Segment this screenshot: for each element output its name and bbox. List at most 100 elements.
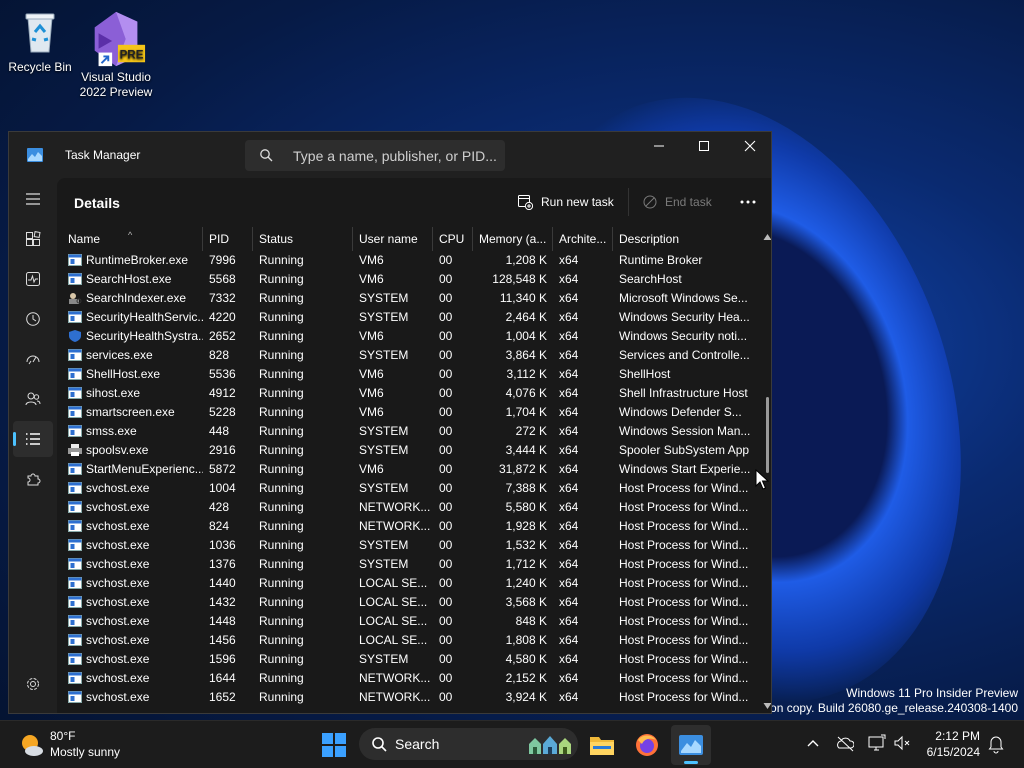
column-header-description[interactable]: Description bbox=[613, 227, 755, 251]
table-row[interactable]: svchost.exe 1432 Running LOCAL SE... 00 3,568… bbox=[57, 593, 757, 612]
cell-status: Running bbox=[259, 538, 304, 552]
cell-name: smartscreen.exe bbox=[62, 403, 203, 422]
cell-status: Running bbox=[259, 595, 304, 609]
table-row[interactable]: svchost.exe 1004 Running SYSTEM 00 7,388 K x64… bbox=[57, 479, 757, 498]
nav-users[interactable] bbox=[13, 381, 53, 417]
table-row[interactable]: svchost.exe 1448 Running LOCAL SE... 00 848 K… bbox=[57, 612, 757, 631]
cell-pid: 2916 bbox=[209, 443, 236, 457]
minimize-icon bbox=[654, 145, 664, 147]
nav-services[interactable] bbox=[13, 461, 53, 497]
scrollbar-thumb[interactable] bbox=[766, 397, 769, 473]
taskbar-task-manager[interactable] bbox=[671, 725, 711, 765]
run-task-icon bbox=[518, 195, 533, 210]
nav-performance[interactable] bbox=[13, 261, 53, 297]
cell-architecture: x64 bbox=[559, 576, 579, 590]
taskbar-search[interactable]: Search bbox=[359, 728, 578, 760]
table-row[interactable]: smartscreen.exe 5228 Running VM6 00 1,704 K x6… bbox=[57, 403, 757, 422]
show-hidden-icons-chevron-up-icon[interactable] bbox=[806, 731, 820, 755]
table-row[interactable]: services.exe 828 Running SYSTEM 00 3,864 K x64… bbox=[57, 346, 757, 365]
run-new-task-button[interactable]: Run new task bbox=[517, 186, 614, 218]
weather-temperature: 80°F bbox=[50, 729, 76, 743]
end-task-button[interactable]: End task bbox=[643, 186, 712, 218]
start-button[interactable] bbox=[314, 725, 354, 765]
table-row[interactable]: svchost.exe 1440 Running LOCAL SE... 00 1,240… bbox=[57, 574, 757, 593]
cell-architecture: x64 bbox=[559, 329, 579, 343]
table-row[interactable]: SearchIndexer.exe 7332 Running SYSTEM 00 11,3… bbox=[57, 289, 757, 308]
recycle-bin-desktop-icon[interactable]: Recycle Bin bbox=[0, 8, 80, 75]
onedrive-offline-icon[interactable] bbox=[836, 731, 854, 755]
cell-cpu: 00 bbox=[439, 500, 453, 514]
process-icon bbox=[68, 386, 86, 400]
cell-description: Windows Start Experie... bbox=[619, 462, 751, 476]
table-row[interactable]: svchost.exe 824 Running NETWORK... 00 1,928 K… bbox=[57, 517, 757, 536]
visual-studio-icon: PRE bbox=[94, 11, 146, 67]
close-icon bbox=[744, 140, 756, 152]
cell-memory: 1,208 K bbox=[505, 253, 547, 267]
scroll-up-arrow-icon[interactable] bbox=[762, 232, 772, 242]
table-row[interactable]: SecurityHealthServic... 4220 Running SYSTEM… bbox=[57, 308, 757, 327]
cell-user-name: LOCAL SE... bbox=[359, 633, 428, 647]
taskbar-firefox[interactable] bbox=[627, 725, 667, 765]
volume-muted-icon[interactable] bbox=[893, 731, 911, 755]
table-row[interactable]: sihost.exe 4912 Running VM6 00 4,076 K x64 Shel… bbox=[57, 384, 757, 403]
cell-pid: 2652 bbox=[209, 329, 236, 343]
nav-processes[interactable] bbox=[13, 221, 53, 257]
table-row[interactable]: spoolsv.exe 2916 Running SYSTEM 00 3,444 K x64… bbox=[57, 441, 757, 460]
process-name: svchost.exe bbox=[86, 671, 150, 685]
process-icon bbox=[68, 367, 86, 381]
cell-user-name: NETWORK... bbox=[359, 690, 431, 704]
network-icon[interactable] bbox=[868, 731, 886, 755]
table-row[interactable]: svchost.exe 1456 Running LOCAL SE... 00 1,808… bbox=[57, 631, 757, 650]
table-row[interactable]: ShellHost.exe 5536 Running VM6 00 3,112 K x64 S… bbox=[57, 365, 757, 384]
cell-name: svchost.exe bbox=[62, 688, 203, 707]
nav-details[interactable] bbox=[13, 421, 53, 457]
nav-startup-apps[interactable] bbox=[13, 341, 53, 377]
system-clock[interactable]: 2:12 PM 6/15/2024 bbox=[916, 728, 980, 760]
cell-pid: 828 bbox=[209, 348, 230, 362]
column-header-architecture[interactable]: Archite... bbox=[553, 227, 613, 251]
watermark-line1: Windows 11 Pro Insider Preview bbox=[846, 686, 1018, 700]
minimize-button[interactable] bbox=[636, 132, 682, 162]
active-app-indicator bbox=[684, 761, 698, 764]
column-header-status[interactable]: Status bbox=[253, 227, 353, 251]
cell-cpu: 00 bbox=[439, 405, 453, 419]
process-icon bbox=[68, 671, 86, 685]
search-box[interactable]: Type a name, publisher, or PID... bbox=[245, 140, 505, 171]
taskbar-file-explorer[interactable] bbox=[582, 725, 622, 765]
table-row[interactable]: svchost.exe 1596 Running SYSTEM 00 4,580 K x64… bbox=[57, 650, 757, 669]
title-bar[interactable]: Task Manager Type a name, publisher, or … bbox=[9, 132, 771, 178]
cell-memory: 128,548 K bbox=[492, 272, 547, 286]
table-body: RuntimeBroker.exe 7996 Running VM6 00 1,208 K… bbox=[57, 251, 757, 707]
table-row[interactable]: smss.exe 448 Running SYSTEM 00 272 K x64 Window… bbox=[57, 422, 757, 441]
visual-studio-desktop-icon[interactable]: PRE Visual Studio 2022 Preview bbox=[76, 8, 156, 100]
table-row[interactable]: StartMenuExperienc... 5872 Running VM6 00 31,… bbox=[57, 460, 757, 479]
column-header-pid[interactable]: PID bbox=[203, 227, 253, 251]
table-row[interactable]: SecurityHealthSystra... 2652 Running VM6 00 1… bbox=[57, 327, 757, 346]
table-row[interactable]: svchost.exe 1644 Running NETWORK... 00 2,152 … bbox=[57, 669, 757, 688]
table-row[interactable]: svchost.exe 1652 Running NETWORK... 00 3,924 … bbox=[57, 688, 757, 707]
table-row[interactable]: svchost.exe 1376 Running SYSTEM 00 1,712 K x64… bbox=[57, 555, 757, 574]
hamburger-menu-button[interactable] bbox=[13, 181, 53, 217]
cell-pid: 1376 bbox=[209, 557, 236, 571]
process-icon bbox=[68, 272, 86, 286]
close-button[interactable] bbox=[727, 132, 771, 162]
column-header-name[interactable]: Name ^ bbox=[62, 227, 203, 251]
nav-settings[interactable] bbox=[13, 666, 53, 702]
more-options-button[interactable] bbox=[732, 186, 764, 218]
cell-user-name: SYSTEM bbox=[359, 481, 409, 495]
table-row[interactable]: svchost.exe 428 Running NETWORK... 00 5,580 K… bbox=[57, 498, 757, 517]
table-row[interactable]: SearchHost.exe 5568 Running VM6 00 128,548 K x… bbox=[57, 270, 757, 289]
column-header-user-name[interactable]: User name bbox=[353, 227, 433, 251]
cell-status: Running bbox=[259, 462, 304, 476]
maximize-button[interactable] bbox=[681, 132, 727, 162]
column-header-memory[interactable]: Memory (a... bbox=[473, 227, 553, 251]
nav-app-history[interactable] bbox=[13, 301, 53, 337]
column-header-cpu[interactable]: CPU bbox=[433, 227, 473, 251]
notification-bell-icon[interactable] bbox=[988, 733, 1004, 755]
table-row[interactable]: RuntimeBroker.exe 7996 Running VM6 00 1,208 K… bbox=[57, 251, 757, 270]
process-icon bbox=[68, 462, 86, 476]
weather-widget[interactable]: 80°F Mostly sunny bbox=[18, 728, 138, 762]
table-row[interactable]: svchost.exe 1036 Running SYSTEM 00 1,532 K x64… bbox=[57, 536, 757, 555]
scroll-down-arrow-icon[interactable] bbox=[762, 701, 772, 711]
visual-studio-label: Visual Studio 2022 Preview bbox=[79, 70, 153, 99]
